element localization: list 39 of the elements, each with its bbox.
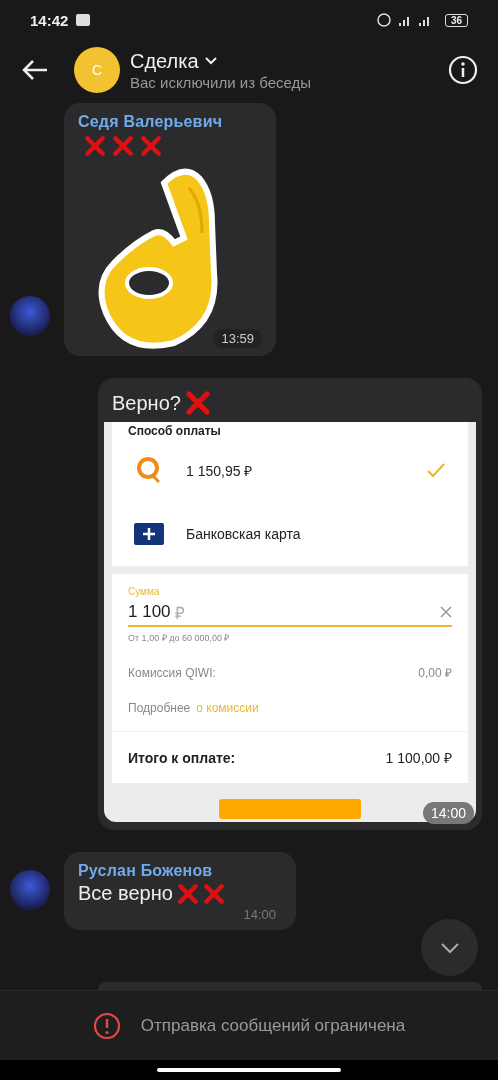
battery-level: 36 [444,13,468,27]
message-text: Все верно [78,882,173,905]
user-avatar[interactable] [10,870,50,910]
cross-mark-icon [202,882,225,905]
cross-mark-icon [112,135,134,157]
amount-hint: От 1,00 ₽ до 60 000,00 ₽ [128,632,231,644]
amount-label: Сумма [128,586,161,597]
sender-name[interactable]: Седя Валерьевич [78,113,262,131]
sender-name[interactable]: Руслан Боженов [78,862,282,880]
app-notification-icon [76,14,91,26]
chevron-down-icon[interactable] [204,57,217,65]
section-title: Способ оплаты [127,423,222,438]
message-time: 14:00 [422,802,474,824]
details-text: Подробнее [128,701,191,715]
status-time: 14:42 [30,11,69,29]
cross-mark-icon [176,882,199,905]
chat-status: Вас исключили из беседы [130,73,312,91]
chevron-down-icon [439,941,460,954]
total-label: Итого к оплате: [128,749,236,766]
plus-card-icon [134,523,164,545]
commission-value: 0,00 ₽ [418,665,452,681]
cross-mark-icon [140,135,162,157]
restriction-notice: Отправка сообщений ограничена [140,1015,406,1036]
message-time: 14:00 [243,907,276,922]
message-text: Верно? [112,391,181,415]
amount-field[interactable]: 1 100 ₽ [128,599,452,627]
back-arrow-icon[interactable] [22,59,48,81]
info-icon[interactable] [448,55,478,85]
clear-icon[interactable] [440,606,452,618]
user-avatar[interactable] [10,296,50,336]
payment-method-label[interactable]: 1 150,95 ₽ [186,460,404,480]
payment-method-label[interactable]: Банковская карта [186,526,404,542]
commission-label: Комиссия QIWI: [128,665,216,680]
chat-title[interactable]: Сделка [130,49,199,73]
message-time: 13:59 [213,329,262,348]
cross-mark-icon [184,390,211,416]
total-value: 1 100,00 ₽ [385,749,452,767]
cross-mark-icon [84,135,106,157]
warning-icon [92,1011,121,1040]
